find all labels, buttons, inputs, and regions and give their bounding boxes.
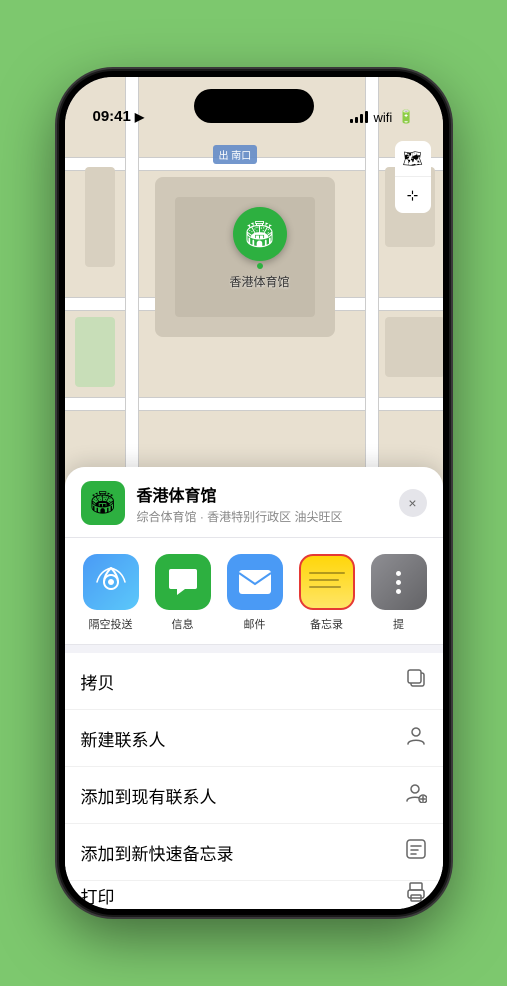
- messages-icon: [155, 554, 211, 610]
- road-v1: [125, 77, 139, 497]
- bar3: [360, 114, 363, 123]
- block3: [385, 317, 443, 377]
- share-airdrop[interactable]: 隔空投送: [81, 554, 141, 632]
- mail-icon: [227, 554, 283, 610]
- share-messages[interactable]: 信息: [153, 554, 213, 632]
- phone-screen: 09:41 ▶ wifi 🔋: [65, 77, 443, 909]
- share-notes[interactable]: 备忘录: [297, 554, 357, 632]
- action-print[interactable]: 打印: [65, 881, 443, 909]
- pin-icon: 🏟: [233, 207, 287, 261]
- add-notes-icon: [405, 838, 427, 866]
- close-icon: ×: [408, 495, 416, 511]
- airdrop-label: 隔空投送: [89, 616, 133, 632]
- block1: [85, 167, 115, 267]
- add-notes-label: 添加到新快速备忘录: [81, 840, 234, 865]
- more-label: 提: [393, 616, 404, 632]
- add-existing-icon: [405, 781, 427, 809]
- status-time: 09:41 ▶: [93, 108, 145, 125]
- dot1: [396, 571, 401, 576]
- sheet-title: 香港体育馆: [137, 482, 387, 506]
- map-controls[interactable]: 🗺 ⊹: [395, 141, 431, 213]
- notes-icon: [299, 554, 355, 610]
- location-button[interactable]: ⊹: [395, 177, 431, 213]
- notes-line-1: [309, 572, 345, 574]
- notes-line-2: [309, 579, 340, 581]
- share-row: 隔空投送 信息: [65, 538, 443, 645]
- messages-label: 信息: [172, 616, 194, 632]
- location-icon: ⊹: [407, 187, 419, 204]
- share-mail[interactable]: 邮件: [225, 554, 285, 632]
- green-block1: [75, 317, 115, 387]
- battery-icon: 🔋: [398, 109, 414, 125]
- signal-bars: [350, 111, 368, 123]
- sheet-title-area: 香港体育馆 综合体育馆 · 香港特别行政区 油尖旺区: [137, 482, 387, 525]
- action-list: 拷贝 新建联系人: [65, 653, 443, 909]
- action-add-existing[interactable]: 添加到现有联系人: [65, 767, 443, 824]
- pin-label: 香港体育馆: [230, 273, 290, 290]
- dot2: [396, 580, 401, 585]
- copy-icon: [405, 667, 427, 695]
- airdrop-icon: [83, 554, 139, 610]
- action-new-contact[interactable]: 新建联系人: [65, 710, 443, 767]
- nankou-prefix: 出: [219, 151, 229, 162]
- dot3: [396, 589, 401, 594]
- phone-frame: 09:41 ▶ wifi 🔋: [59, 71, 449, 915]
- right-indicator: [441, 554, 443, 632]
- bar4: [365, 111, 368, 123]
- add-existing-label: 添加到现有联系人: [81, 783, 217, 808]
- road-h3: [65, 397, 443, 411]
- more-dots: [396, 571, 401, 594]
- bar1: [350, 119, 353, 123]
- status-icons: wifi 🔋: [350, 109, 415, 125]
- notes-label: 备忘录: [310, 616, 343, 632]
- sheet-close-button[interactable]: ×: [399, 489, 427, 517]
- copy-label: 拷贝: [81, 669, 115, 694]
- road-v2: [365, 77, 379, 497]
- new-contact-label: 新建联系人: [81, 726, 166, 751]
- share-more[interactable]: 提: [369, 554, 429, 632]
- location-arrow-icon: ▶: [135, 110, 144, 124]
- print-icon: [405, 881, 427, 909]
- pin-dot: [257, 263, 263, 269]
- new-contact-icon: [405, 724, 427, 752]
- dynamic-island: [194, 89, 314, 123]
- print-label: 打印: [81, 883, 115, 908]
- notes-line-3: [309, 586, 341, 588]
- clock: 09:41: [93, 108, 131, 125]
- sheet-subtitle: 综合体育馆 · 香港特别行政区 油尖旺区: [137, 508, 387, 525]
- stadium-pin: 🏟 香港体育馆: [230, 207, 290, 290]
- more-icon: [371, 554, 427, 610]
- nankou-text: 南口: [231, 151, 251, 162]
- bottom-sheet: 🏟 香港体育馆 综合体育馆 · 香港特别行政区 油尖旺区 ×: [65, 467, 443, 909]
- bar2: [355, 117, 358, 123]
- nankou-label: 出 南口: [213, 145, 258, 164]
- action-copy[interactable]: 拷贝: [65, 653, 443, 710]
- mail-label: 邮件: [244, 616, 266, 632]
- map-icon: 🗺: [402, 149, 422, 169]
- map-type-button[interactable]: 🗺: [395, 141, 431, 177]
- action-add-notes[interactable]: 添加到新快速备忘录: [65, 824, 443, 881]
- sheet-header: 🏟 香港体育馆 综合体育馆 · 香港特别行政区 油尖旺区 ×: [65, 467, 443, 538]
- notes-lines: [309, 572, 345, 588]
- sheet-venue-icon: 🏟: [81, 481, 125, 525]
- map-area[interactable]: 出 南口 🗺 ⊹ 🏟 香港体育馆: [65, 77, 443, 497]
- wifi-icon: wifi: [374, 110, 393, 125]
